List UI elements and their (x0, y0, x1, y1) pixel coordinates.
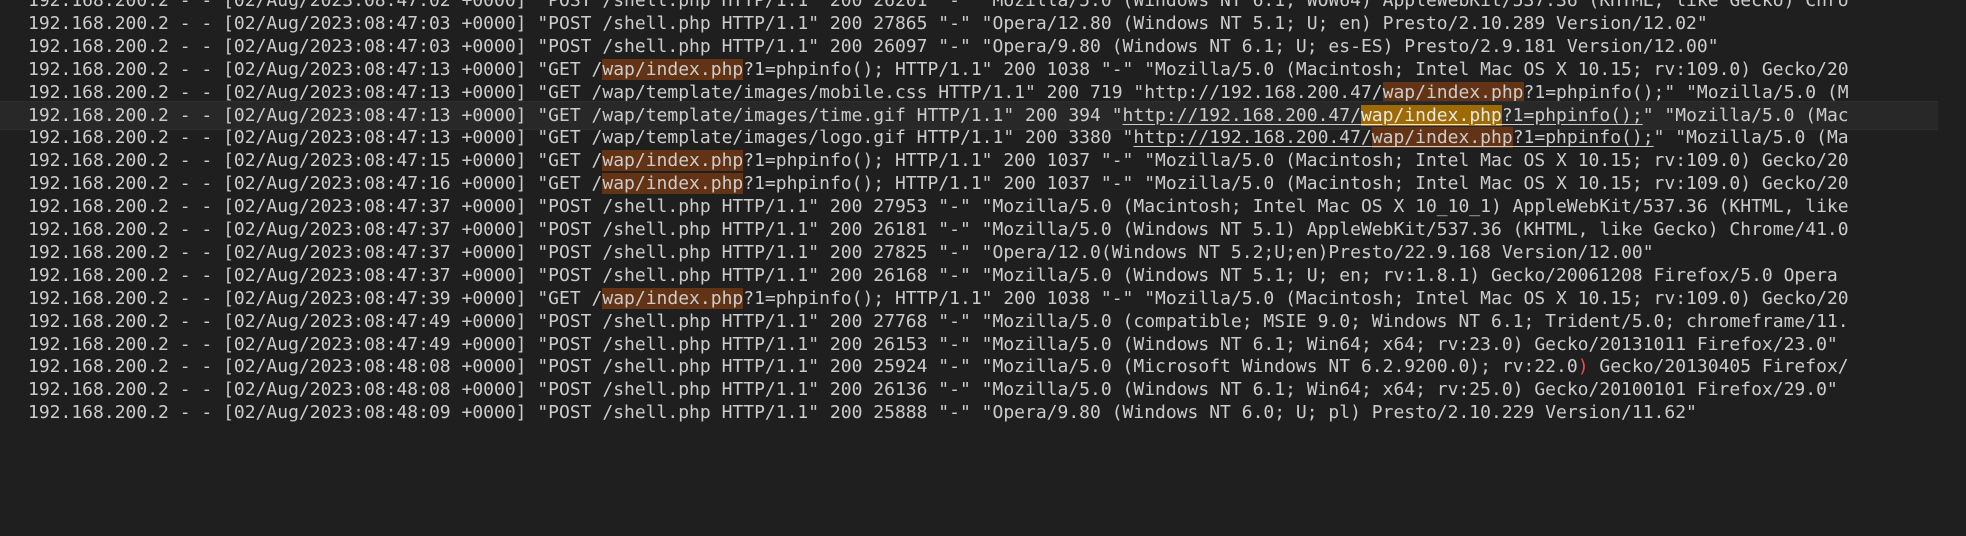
log-text: 192.168.200.2 - - [02/Aug/2023:08:48:09 … (28, 402, 1697, 424)
log-text: 192.168.200.2 - - [02/Aug/2023:08:47:49 … (28, 333, 1838, 355)
search-match: wap/index.php (602, 287, 744, 309)
log-text: " "Mozilla/5.0 (Ma (1653, 127, 1849, 149)
log-text: 192.168.200.2 - - [02/Aug/2023:08:47:37 … (28, 241, 1654, 263)
log-text: 192.168.200.2 - - [02/Aug/2023:08:47:03 … (28, 12, 1708, 34)
log-text: 192.168.200.2 - - [02/Aug/2023:08:47:37 … (28, 219, 1849, 240)
log-text: 192.168.200.2 - - [02/Aug/2023:08:47:15 … (28, 150, 603, 172)
search-match: wap/index.php (1360, 104, 1502, 126)
search-match: wap/index.php (602, 58, 744, 80)
log-text: 192.168.200.2 - - [02/Aug/2023:08:47:49 … (28, 310, 1849, 332)
search-match: wap/index.php (602, 173, 744, 195)
log-text: 192.168.200.2 - - [02/Aug/2023:08:47:39 … (28, 287, 603, 309)
log-text: http://192.168.200.47/ (1144, 81, 1383, 103)
log-text: ?1=phpinfo(); HTTP/1.1" 200 1038 "-" "Mo… (743, 287, 1849, 309)
log-editor[interactable]: 192.168.200.2 - - [02/Aug/2023:08:47:02 … (0, 0, 1966, 536)
log-text: ?1=phpinfo(); HTTP/1.1" 200 1038 "-" "Mo… (743, 58, 1849, 80)
log-text: 192.168.200.2 - - [02/Aug/2023:08:47:03 … (28, 35, 1719, 57)
log-text: ?1=phpinfo(); HTTP/1.1" 200 1037 "-" "Mo… (743, 150, 1849, 172)
log-text: 192.168.200.2 - - [02/Aug/2023:08:47:37 … (28, 196, 1849, 218)
log-text: Gecko/20130405 Firefox/ (1588, 356, 1849, 378)
log-text: 192.168.200.2 - - [02/Aug/2023:08:47:13 … (28, 127, 1134, 149)
log-line[interactable]: 192.168.200.2 - - [02/Aug/2023:08:48:09 … (28, 398, 1697, 427)
log-text: 192.168.200.2 - - [02/Aug/2023:08:47:37 … (28, 264, 1838, 286)
log-text: 192.168.200.2 - - [02/Aug/2023:08:47:16 … (28, 173, 603, 195)
log-text: ?1=phpinfo(); (1523, 81, 1665, 103)
log-text: 192.168.200.2 - - [02/Aug/2023:08:48:08 … (28, 379, 1838, 401)
search-match: wap/index.php (602, 150, 744, 172)
log-text: ) (1577, 356, 1589, 378)
log-text: ?1=phpinfo(); (1501, 104, 1643, 126)
log-text: " "Mozilla/5.0 (M (1664, 81, 1849, 103)
log-text: 192.168.200.2 - - [02/Aug/2023:08:47:13 … (28, 81, 1145, 103)
log-text: 192.168.200.2 - - [02/Aug/2023:08:47:13 … (28, 104, 1123, 126)
log-text: http://192.168.200.47/ (1133, 127, 1372, 149)
log-text: ?1=phpinfo(); HTTP/1.1" 200 1037 "-" "Mo… (743, 173, 1849, 195)
search-match: wap/index.php (1382, 81, 1524, 103)
search-match: wap/index.php (1371, 127, 1513, 149)
log-text: 192.168.200.2 - - [02/Aug/2023:08:47:13 … (28, 58, 603, 80)
log-text: ?1=phpinfo(); (1512, 127, 1654, 149)
log-text: 192.168.200.2 - - [02/Aug/2023:08:48:08 … (28, 356, 1578, 378)
log-text: " "Mozilla/5.0 (Mac (1642, 104, 1849, 126)
log-text: http://192.168.200.47/ (1122, 104, 1361, 126)
